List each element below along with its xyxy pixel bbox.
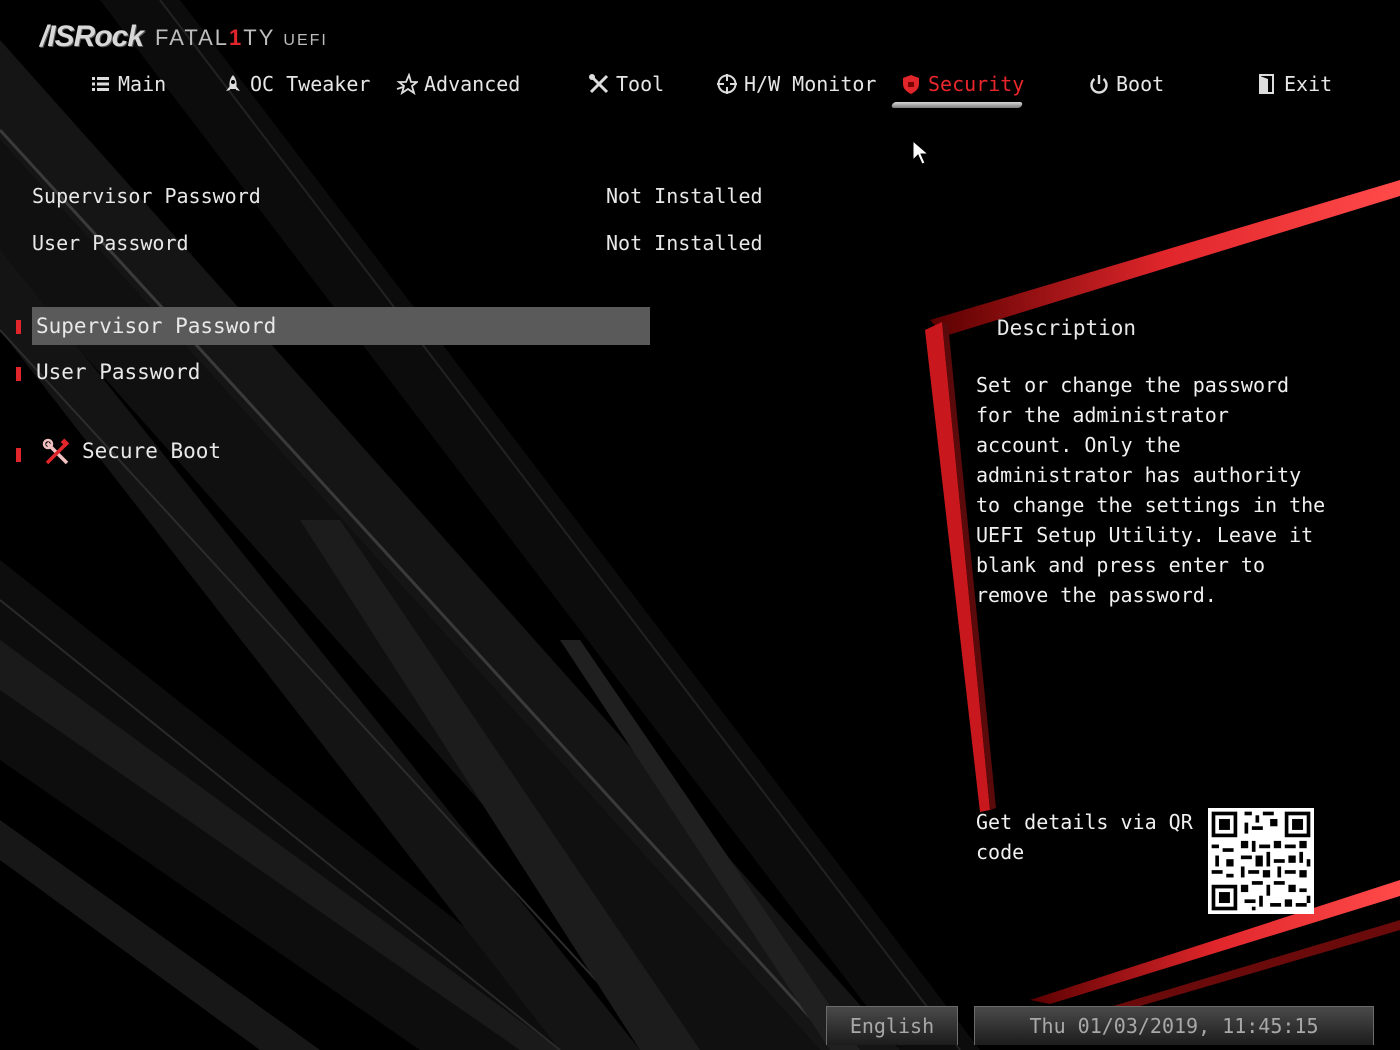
supervisor-password-status-label: Supervisor Password bbox=[32, 184, 261, 208]
product-name: FATAL1TY bbox=[155, 25, 275, 51]
rocket-icon bbox=[226, 75, 240, 91]
power-icon bbox=[1090, 75, 1108, 94]
qr-caption: Get details via QR code bbox=[976, 810, 1193, 864]
item-marker bbox=[16, 367, 21, 381]
qr-code-image bbox=[1208, 808, 1314, 914]
tab-exit[interactable]: Exit bbox=[1256, 66, 1332, 102]
asrock-logo: /ISRock FATAL1TY UEFI bbox=[40, 14, 328, 54]
mouse-cursor-icon bbox=[912, 140, 930, 165]
product-name-post: TY bbox=[243, 25, 276, 50]
tools-icon bbox=[589, 74, 609, 94]
tab-hw-monitor-label: H/W Monitor bbox=[744, 72, 877, 96]
datetime-display: Thu 01/03/2019, 11:45:15 bbox=[974, 1006, 1374, 1045]
tab-tool-label: Tool bbox=[616, 72, 665, 96]
menu-item-secure-boot[interactable]: Secure Boot bbox=[78, 432, 221, 470]
tab-security-label: Security bbox=[928, 72, 1025, 96]
tab-advanced[interactable]: Advanced bbox=[396, 66, 520, 102]
product-name-one: 1 bbox=[229, 25, 244, 50]
shield-icon bbox=[903, 75, 919, 94]
tab-main[interactable]: Main bbox=[90, 66, 166, 102]
tab-oc-tweaker[interactable]: OC Tweaker bbox=[222, 66, 370, 102]
top-nav: Main OC Tweaker Advanced Tool H/W Monito… bbox=[0, 66, 1400, 106]
brand-name: /ISRock bbox=[40, 20, 144, 53]
crosshair-icon bbox=[717, 74, 737, 94]
tab-main-label: Main bbox=[118, 72, 167, 96]
description-title: Description bbox=[997, 316, 1137, 340]
exit-door-icon bbox=[1259, 74, 1274, 94]
tab-exit-label: Exit bbox=[1284, 72, 1333, 96]
uefi-label: UEFI bbox=[283, 32, 328, 49]
menu-item-user-password[interactable]: User Password bbox=[32, 353, 200, 391]
tab-hw-monitor[interactable]: H/W Monitor bbox=[716, 66, 876, 102]
tab-oc-tweaker-label: OC Tweaker bbox=[250, 72, 371, 96]
tab-boot-label: Boot bbox=[1116, 72, 1165, 96]
selection-marker bbox=[16, 320, 21, 334]
user-password-status-label: User Password bbox=[32, 231, 189, 255]
menu-item-supervisor-password[interactable]: Supervisor Password bbox=[32, 307, 650, 345]
description-text: Set or change the password for the admin… bbox=[976, 373, 1326, 607]
tab-security[interactable]: Security bbox=[900, 66, 1024, 102]
tab-boot[interactable]: Boot bbox=[1088, 66, 1164, 102]
item-marker bbox=[16, 448, 21, 462]
wrench-screwdriver-icon bbox=[42, 438, 70, 465]
user-password-status-value: Not Installed bbox=[606, 231, 763, 255]
language-selector[interactable]: English bbox=[826, 1006, 958, 1045]
tab-advanced-label: Advanced bbox=[424, 72, 521, 96]
active-tab-indicator bbox=[890, 102, 1024, 108]
star-icon bbox=[396, 73, 418, 95]
tab-tool[interactable]: Tool bbox=[588, 66, 664, 102]
product-name-pre: FATAL bbox=[155, 25, 230, 50]
supervisor-password-status-value: Not Installed bbox=[606, 184, 763, 208]
list-icon bbox=[92, 77, 109, 91]
